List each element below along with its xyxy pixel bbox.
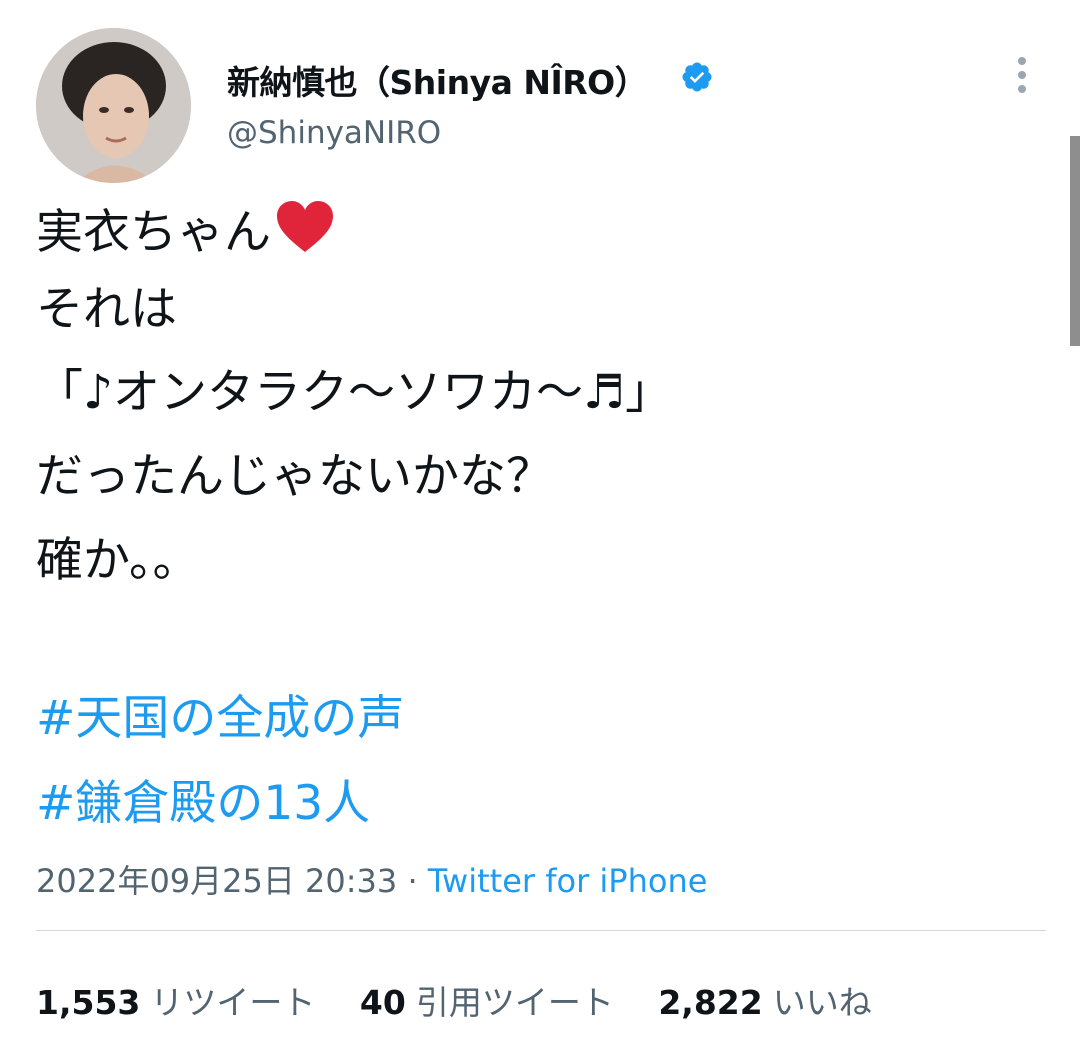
author-display-name[interactable]: 新納慎也（Shinya NÎRO） bbox=[227, 56, 648, 104]
tweet-text-line: 「♪オンタラク〜ソワカ〜♬」 bbox=[36, 365, 673, 420]
tweet-stats: 1,553 リツイート 40 引用ツイート 2,822 いいね bbox=[36, 976, 906, 1024]
retweet-label: リツイート bbox=[150, 983, 316, 1022]
tweet-timestamp[interactable]: 2022年09月25日 20:33 · bbox=[36, 862, 428, 900]
avatar[interactable] bbox=[36, 28, 191, 183]
author-handle[interactable]: @ShinyaNIRO bbox=[227, 115, 441, 151]
verified-badge-icon bbox=[682, 62, 712, 92]
avatar-photo bbox=[36, 28, 191, 183]
hashtag-link[interactable]: #天国の全成の声 bbox=[36, 695, 404, 742]
hashtag-link[interactable]: #鎌倉殿の13人 bbox=[36, 780, 370, 827]
divider bbox=[36, 930, 1046, 931]
tweet-source-link[interactable]: Twitter for iPhone bbox=[428, 862, 708, 900]
tweet-text-line: 実衣ちゃん bbox=[36, 200, 335, 256]
quote-stat[interactable]: 40 引用ツイート bbox=[360, 976, 614, 1024]
like-stat[interactable]: 2,822 いいね bbox=[658, 976, 871, 1024]
retweet-stat[interactable]: 1,553 リツイート bbox=[36, 976, 315, 1024]
tweet-text-line: だったんじゃないかな？ bbox=[36, 449, 553, 504]
retweet-count: 1,553 bbox=[36, 983, 141, 1022]
tweet-text-line: それは bbox=[36, 282, 177, 337]
tweet-text-line: 確か。。 bbox=[36, 533, 200, 588]
like-label: いいね bbox=[772, 983, 872, 1022]
quote-count: 40 bbox=[359, 983, 406, 1022]
like-count: 2,822 bbox=[658, 983, 763, 1022]
tweet-meta: 2022年09月25日 20:33 · Twitter for iPhone bbox=[36, 856, 707, 902]
scrollbar[interactable] bbox=[1070, 136, 1080, 346]
quote-label: 引用ツイート bbox=[415, 983, 614, 1022]
heart-emoji-icon bbox=[277, 201, 333, 252]
more-options-icon[interactable] bbox=[1005, 55, 1039, 95]
